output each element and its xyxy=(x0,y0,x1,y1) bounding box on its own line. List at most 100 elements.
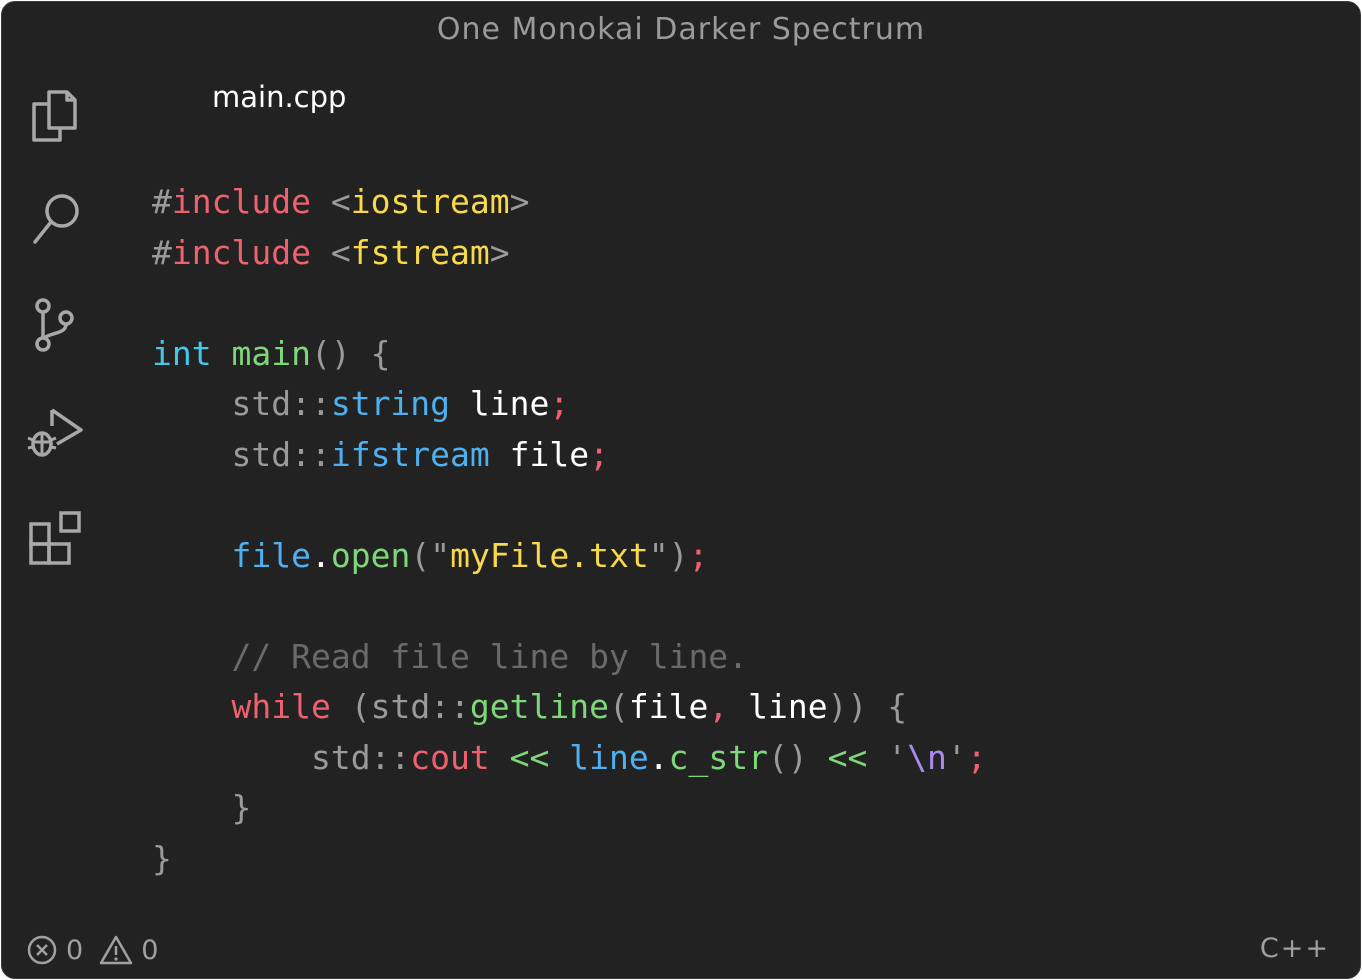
code-token: c_str xyxy=(668,737,768,777)
code-token: } xyxy=(152,838,172,878)
code-token: ' xyxy=(887,737,908,777)
code-token: file xyxy=(231,535,311,575)
language-mode[interactable]: C++ xyxy=(1260,933,1330,964)
code-token: ; xyxy=(589,434,610,474)
code-line: std::ifstream file; xyxy=(152,430,987,481)
code-token: iostream xyxy=(350,182,510,221)
code-line: file.open("myFile.txt"); xyxy=(152,531,987,582)
code-token: { xyxy=(370,333,391,373)
code-token: ; xyxy=(688,535,709,575)
code-line: #include <iostream> xyxy=(152,177,987,228)
code-token: ( xyxy=(609,687,629,726)
error-circle-icon xyxy=(26,934,58,966)
code-token: " xyxy=(430,535,451,575)
code-token: } xyxy=(231,788,252,827)
code-token: ( xyxy=(410,535,431,575)
code-line: std::cout << line.c_str() << '\n'; xyxy=(152,733,987,784)
code-token: include xyxy=(171,232,311,272)
code-token: while xyxy=(231,687,331,726)
code-token: . xyxy=(310,535,331,575)
code-token: . xyxy=(648,737,669,777)
code-token: < xyxy=(330,182,351,221)
code-token: () xyxy=(310,333,351,373)
code-token: # xyxy=(152,182,172,221)
code-token: fstream xyxy=(350,232,490,272)
warning-triangle-icon xyxy=(99,934,133,966)
code-token: ( xyxy=(350,687,371,726)
code-token: line xyxy=(469,384,550,423)
code-token: << xyxy=(827,737,868,777)
code-token: cout xyxy=(410,737,490,777)
status-bar: 0 0 C++ xyxy=(2,918,1360,978)
code-token: ifstream xyxy=(330,434,490,474)
code-token: file xyxy=(509,434,590,474)
code-token: ; xyxy=(549,384,570,423)
code-editor[interactable]: #include <iostream> #include <fstream> in… xyxy=(152,177,987,884)
code-line: #include <fstream> xyxy=(152,228,987,279)
code-token: " xyxy=(648,535,669,575)
source-control-icon[interactable] xyxy=(22,290,92,360)
code-token: line xyxy=(748,687,828,726)
code-token: std:: xyxy=(370,687,470,726)
warning-count: 0 xyxy=(141,934,159,966)
code-token: << xyxy=(509,737,550,777)
code-token: std:: xyxy=(231,434,331,474)
window-title: One Monokai Darker Spectrum xyxy=(436,12,926,47)
code-token: line xyxy=(569,737,649,777)
extensions-icon[interactable] xyxy=(22,502,92,572)
editor-tab-main-cpp[interactable]: main.cpp xyxy=(212,80,346,114)
code-token: string xyxy=(330,384,451,423)
code-token: main xyxy=(231,333,311,373)
code-token: file xyxy=(628,687,709,726)
code-token: { xyxy=(887,687,908,726)
code-token: std:: xyxy=(310,737,411,777)
code-token: ; xyxy=(966,737,987,777)
code-token: open xyxy=(330,535,411,575)
code-token: int xyxy=(152,333,212,373)
code-token: std:: xyxy=(231,384,331,423)
search-icon[interactable] xyxy=(22,184,92,254)
error-count: 0 xyxy=(66,934,84,966)
code-token: include xyxy=(171,182,311,221)
files-icon[interactable] xyxy=(22,78,92,148)
code-token: > xyxy=(509,182,530,221)
code-line: } xyxy=(152,834,987,885)
code-line: while (std::getline(file, line)) { xyxy=(152,682,987,733)
code-token: < xyxy=(330,232,351,272)
code-token: , xyxy=(708,687,729,726)
code-token: ' xyxy=(946,737,967,777)
editor-window: One Monokai Darker Spectrum main.cpp #in… xyxy=(1,1,1361,979)
code-token: > xyxy=(489,232,510,272)
code-token: )) xyxy=(827,687,868,726)
code-token: () xyxy=(767,737,808,777)
code-line: std::string line; xyxy=(152,379,987,430)
problems-indicator[interactable]: 0 0 xyxy=(26,934,158,966)
code-line: // Read file line by line. xyxy=(152,632,987,683)
code-token: // Read file line by line. xyxy=(231,636,749,676)
run-debug-icon[interactable] xyxy=(22,396,92,466)
code-token: \n xyxy=(907,737,947,777)
code-token: myFile.txt xyxy=(450,535,649,575)
